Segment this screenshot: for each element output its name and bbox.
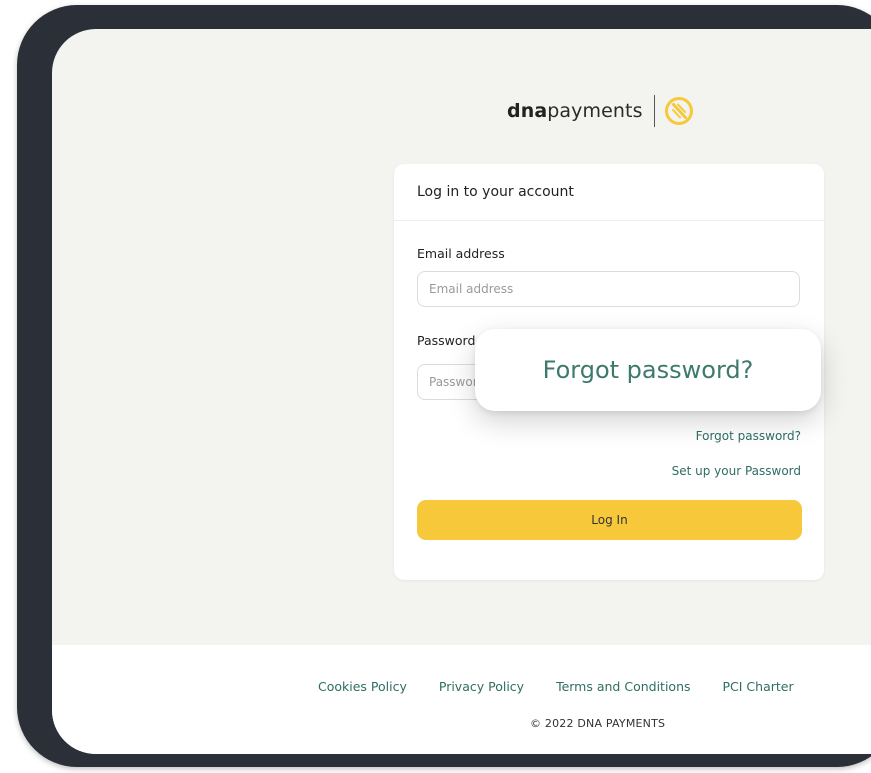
brand-name-bold: dna	[507, 100, 548, 122]
brand-wordmark: dnapayments	[507, 100, 643, 122]
brand-name-light: payments	[547, 100, 643, 122]
copyright-text: © 2022 DNA PAYMENTS	[530, 717, 666, 730]
footer-link-cookies[interactable]: Cookies Policy	[318, 679, 407, 694]
device-frame: dnapayments Log in to your account Email…	[17, 5, 871, 767]
footer-link-terms[interactable]: Terms and Conditions	[556, 679, 690, 694]
login-button[interactable]: Log In	[417, 500, 802, 540]
app-screen: dnapayments Log in to your account Email…	[52, 29, 871, 754]
footer: Cookies Policy Privacy Policy Terms and …	[52, 645, 871, 754]
forgot-password-callout: Forgot password?	[475, 329, 821, 411]
forgot-password-link[interactable]: Forgot password?	[696, 429, 801, 443]
logo-divider	[653, 95, 655, 127]
email-field[interactable]	[417, 271, 800, 307]
footer-link-pci[interactable]: PCI Charter	[723, 679, 794, 694]
footer-links: Cookies Policy Privacy Policy Terms and …	[318, 679, 794, 694]
brand-logo: dnapayments	[507, 91, 694, 131]
login-card-title: Log in to your account	[394, 164, 824, 221]
setup-password-link[interactable]: Set up your Password	[672, 464, 801, 478]
footer-link-privacy[interactable]: Privacy Policy	[439, 679, 524, 694]
email-label: Email address	[417, 246, 505, 261]
password-label: Password	[417, 333, 476, 348]
dna-logo-icon	[664, 97, 693, 125]
